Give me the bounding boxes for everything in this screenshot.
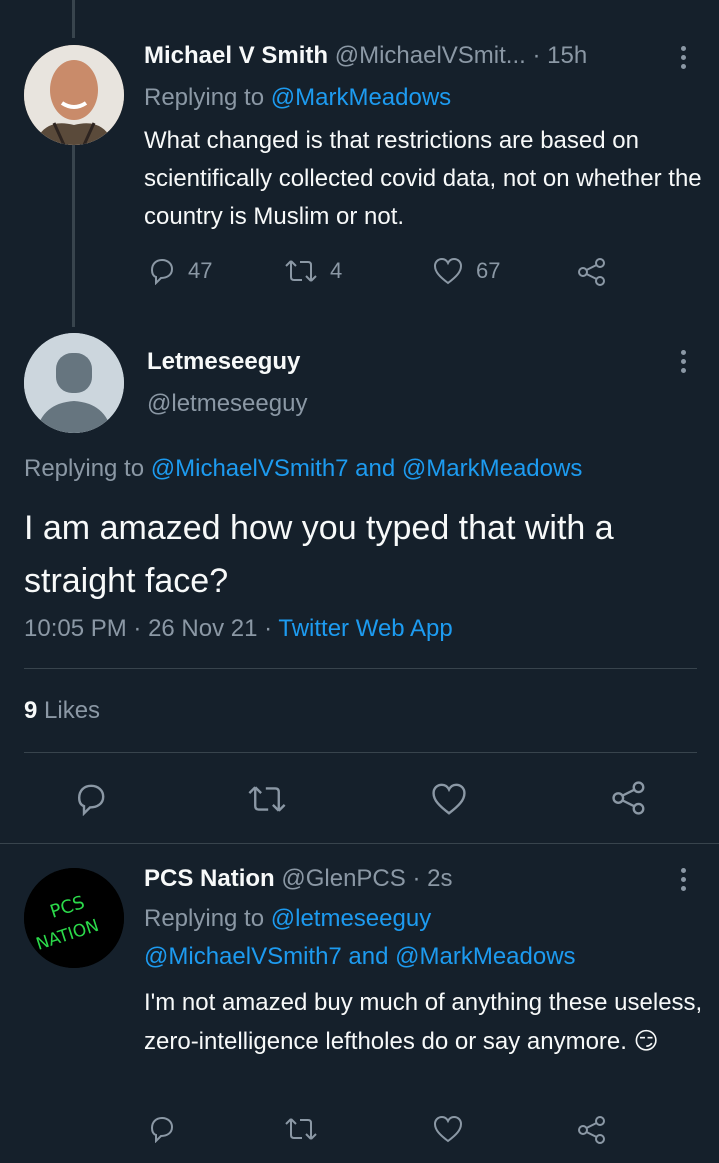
reply-icon [77, 784, 105, 816]
more-options-icon[interactable] [680, 46, 686, 69]
like-button[interactable] [432, 1115, 464, 1143]
tweet-date: · 26 Nov 21 · [133, 615, 273, 642]
share-icon [578, 1116, 605, 1144]
reply-button[interactable]: 47 [146, 257, 212, 285]
replying-to: Replying to @letmeseeguy [144, 905, 431, 933]
display-name[interactable]: Michael V Smith [144, 42, 328, 69]
retweet-icon [248, 786, 286, 812]
thread-line-middle [72, 135, 75, 327]
user-handle[interactable]: @GlenPCS [281, 865, 405, 892]
tweet-header: Michael V Smith @MichaelVSmit... · 15h [144, 42, 587, 70]
divider [24, 668, 697, 669]
more-options-icon[interactable] [680, 350, 686, 373]
user-handle[interactable]: @letmeseeguy [147, 390, 307, 418]
default-profile-icon [24, 333, 124, 433]
share-icon [612, 781, 645, 815]
reply-icon [150, 258, 174, 285]
replying-to: Replying to @MarkMeadows [144, 84, 451, 112]
avatar[interactable] [24, 45, 124, 145]
like-button[interactable]: 67 [432, 257, 500, 285]
heart-icon [433, 257, 463, 285]
mention-link[interactable]: @MarkMeadows [402, 455, 582, 482]
retweet-button[interactable]: 4 [284, 257, 342, 285]
thread-line-top [72, 0, 75, 38]
share-button[interactable] [610, 780, 648, 816]
replying-prefix: Replying to [144, 905, 271, 932]
like-count: 67 [476, 258, 501, 283]
tweet-time[interactable]: · 15h [532, 42, 587, 69]
reply-icon [150, 1116, 174, 1143]
share-icon [578, 258, 605, 286]
mention-link[interactable]: @MichaelVSmith7 [151, 455, 349, 482]
share-button[interactable] [576, 257, 608, 287]
replying-to: Replying to @MichaelVSmith7 and @MarkMea… [24, 455, 582, 483]
share-button[interactable] [576, 1115, 608, 1145]
likes-count: 9 [24, 697, 38, 724]
tweet-time[interactable]: 10:05 PM [24, 615, 127, 642]
user-handle[interactable]: @MichaelVSmit... [335, 42, 526, 69]
pcs-nation-logo: PCS NATION [24, 868, 124, 968]
tweet-time[interactable]: · 2s [412, 865, 452, 892]
reply-button[interactable] [72, 782, 108, 816]
reply-button[interactable] [146, 1115, 176, 1143]
retweet-button[interactable] [247, 782, 287, 816]
retweet-count: 4 [330, 258, 343, 283]
more-options-icon[interactable] [680, 868, 686, 891]
mention-link[interactable]: @letmeseeguy [271, 905, 431, 932]
replying-prefix: Replying to [24, 455, 151, 482]
heart-icon [433, 1115, 463, 1143]
retweet-icon [285, 1118, 317, 1140]
like-button[interactable] [430, 782, 468, 816]
display-name[interactable]: PCS Nation [144, 865, 275, 892]
likes-label: Likes [44, 697, 101, 724]
tweet-text: I am amazed how you typed that with a st… [24, 509, 614, 600]
avatar[interactable]: PCS NATION [24, 868, 124, 968]
mention-link[interactable]: @MarkMeadows [271, 84, 451, 111]
tweet-header: PCS Nation @GlenPCS · 2s [144, 865, 452, 893]
mention-and: and [348, 455, 402, 482]
tweet-text: What changed is that restrictions are ba… [144, 127, 702, 230]
person-photo-icon [24, 45, 124, 145]
tweet-text: I'm not amazed buy much of anything thes… [144, 989, 703, 1055]
likes-summary[interactable]: 9 Likes [24, 697, 100, 725]
tweet-source[interactable]: Twitter Web App [278, 615, 452, 642]
display-name[interactable]: Letmeseeguy [147, 348, 300, 376]
retweet-icon [285, 260, 317, 282]
reply-count: 47 [188, 258, 213, 283]
heart-icon [432, 783, 466, 815]
divider [24, 752, 697, 753]
section-divider [0, 843, 719, 844]
retweet-button[interactable] [284, 1115, 318, 1143]
tweet-timestamp: 10:05 PM · 26 Nov 21 · Twitter Web App [24, 615, 453, 643]
mention-links[interactable]: @MichaelVSmith7 and @MarkMeadows [144, 943, 576, 971]
replying-prefix: Replying to [144, 84, 271, 111]
avatar[interactable] [24, 333, 124, 433]
